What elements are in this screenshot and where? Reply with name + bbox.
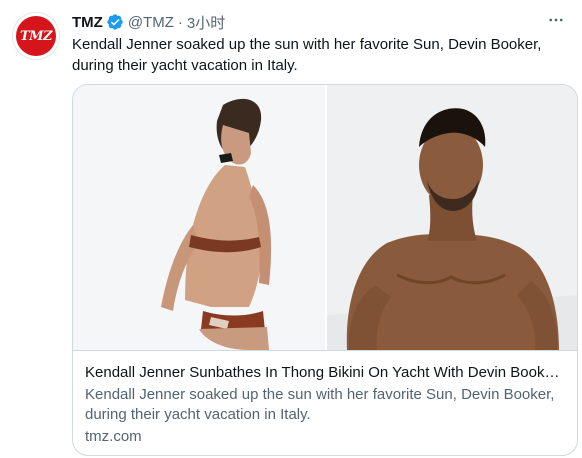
card-divider xyxy=(73,350,577,351)
card-domain[interactable]: tmz.com xyxy=(85,427,142,447)
tmz-logo: TMZ xyxy=(16,16,56,56)
author-handle[interactable]: @TMZ xyxy=(128,14,174,31)
card-image-man-on-yacht[interactable] xyxy=(327,85,577,350)
more-options-icon[interactable] xyxy=(542,8,570,32)
tweet-timestamp[interactable]: 3小时 xyxy=(187,12,225,33)
author-name[interactable]: TMZ xyxy=(72,14,103,31)
link-card[interactable]: Kendall Jenner Sunbathes In Thong Bikini… xyxy=(72,84,578,456)
tweet-header: TMZ @TMZ · 3小时 xyxy=(72,12,542,32)
separator-dot: · xyxy=(177,13,183,31)
more-options-glyph xyxy=(549,18,563,22)
avatar-label: TMZ xyxy=(19,28,53,44)
tweet-text: Kendall Jenner soaked up the sun with he… xyxy=(72,36,542,74)
card-title[interactable]: Kendall Jenner Sunbathes In Thong Bikini… xyxy=(85,363,567,383)
avatar[interactable]: TMZ xyxy=(12,12,60,60)
card-image-woman-sunbathing[interactable] xyxy=(73,85,325,350)
woman-sunbathing-image xyxy=(73,85,325,350)
card-description: Kendall Jenner soaked up the sun with he… xyxy=(85,386,555,423)
card-image-gallery[interactable] xyxy=(73,85,577,350)
verified-badge-icon xyxy=(107,14,123,30)
man-on-yacht-image xyxy=(327,85,577,350)
